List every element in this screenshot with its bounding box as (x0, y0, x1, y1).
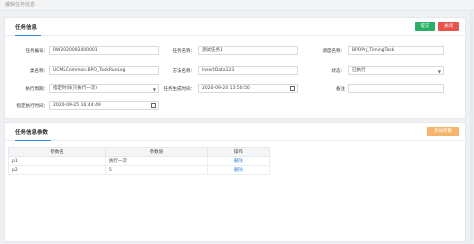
vertical-scrollbar[interactable] (470, 12, 473, 242)
task-param-title: 任务信息参数 (15, 130, 49, 136)
window-title: 编辑任务信息 (0, 0, 474, 11)
task-info-title: 任务信息 (15, 25, 38, 31)
exec-time-value: 2020-09-25 16:44:49 (53, 103, 101, 108)
col-param-name[interactable]: 参数名 (8, 147, 106, 157)
title-underline (15, 140, 51, 141)
calendar-icon[interactable] (290, 86, 295, 91)
calendar-icon[interactable] (151, 103, 156, 108)
status-select[interactable]: 已执行 ▼ (348, 66, 444, 75)
job-name-input[interactable]: BPOPrj_TimingTask (348, 46, 444, 55)
param-name-cell[interactable]: p2 (8, 165, 106, 175)
col-operation: 操作 (206, 147, 271, 157)
status-label: 状态： (331, 69, 346, 74)
period-label: 执行周期： (25, 87, 49, 92)
chevron-down-icon: ▼ (437, 69, 441, 74)
col-param-value[interactable]: 参数值 (104, 147, 208, 157)
job-name-label: 调度名称： (322, 49, 346, 54)
status-value: 已执行 (352, 68, 366, 73)
task-info-panel: 任务信息 提交 关闭 任务编号： RW2020092400001 任务名称： 测… (4, 17, 466, 119)
save-button[interactable]: 提交 (415, 22, 435, 31)
remark-input[interactable] (348, 84, 444, 93)
task-name-label: 任务名称： (172, 49, 196, 54)
param-name-cell[interactable]: p1 (8, 156, 106, 166)
exec-time-input[interactable]: 2020-09-25 16:44:49 (49, 101, 159, 110)
exec-time-label: 指定执行时间： (16, 104, 49, 109)
remark-label: 备注 (336, 87, 345, 92)
method-name-label: 方法名称： (172, 69, 196, 74)
gen-time-value: 2020-09-24 13:50:50 (202, 86, 250, 91)
gen-time-input[interactable]: 2020-09-24 13:50:50 (198, 84, 298, 93)
title-underline (15, 35, 41, 36)
gen-time-label: 任务生成时间： (163, 87, 196, 92)
period-value: 指定时间(只执行一次) (53, 86, 98, 91)
table-row[interactable]: p1 执行一次 删除 (8, 156, 271, 166)
add-param-button[interactable]: 添加参数 (427, 127, 459, 136)
table-row[interactable]: p2 5 删除 (8, 165, 271, 175)
close-button[interactable]: 关闭 (438, 22, 459, 31)
class-name-input[interactable]: UCMLCommon.BPO_TaskRunLog (49, 66, 159, 75)
task-param-panel: 任务信息参数 添加参数 参数名 参数值 操作 p1 执行一次 删除 p2 5 删… (4, 122, 466, 242)
table-header-row: 参数名 参数值 操作 (8, 147, 271, 157)
method-name-input[interactable]: InsertData123 (198, 66, 298, 75)
task-info-header: 任务信息 提交 关闭 (5, 18, 465, 36)
param-value-cell[interactable]: 5 (104, 165, 208, 175)
task-name-input[interactable]: 测试任务1 (198, 46, 298, 55)
class-name-label: 类名称： (30, 69, 48, 74)
task-no-label: 任务编号： (25, 49, 49, 54)
param-value-cell[interactable]: 执行一次 (104, 156, 208, 166)
param-table: 参数名 参数值 操作 p1 执行一次 删除 p2 5 删除 (8, 147, 271, 175)
delete-link[interactable]: 删除 (206, 165, 271, 175)
task-param-header: 任务信息参数 添加参数 (5, 123, 465, 141)
period-select[interactable]: 指定时间(只执行一次) ▼ (49, 84, 159, 93)
delete-link[interactable]: 删除 (206, 156, 271, 166)
task-no-input[interactable]: RW2020092400001 (49, 46, 159, 55)
